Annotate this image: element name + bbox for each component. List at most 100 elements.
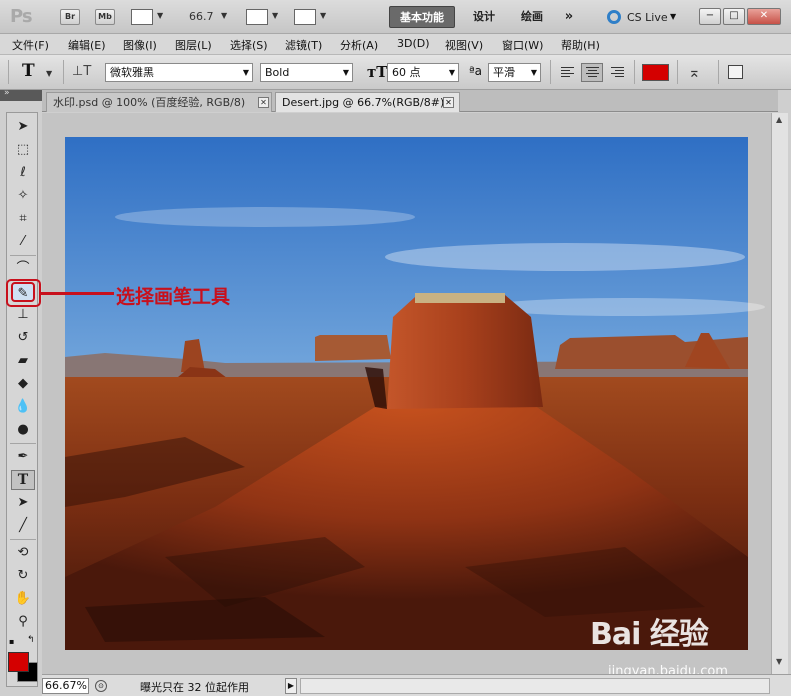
eyedropper-tool[interactable]: ⁄ <box>11 232 35 252</box>
align-right-button[interactable] <box>606 63 628 82</box>
clone-stamp-tool[interactable]: ⊥ <box>11 305 35 325</box>
font-family-select[interactable]: 微软雅黑 ▼ <box>105 63 253 82</box>
move-tool[interactable]: ➤ <box>11 117 35 137</box>
foreground-color-swatch[interactable] <box>8 652 29 672</box>
vertical-scrollbar[interactable]: ▲ ▼ <box>771 113 788 674</box>
minimize-button[interactable]: − <box>699 8 721 25</box>
hand-icon: ✋ <box>14 591 32 606</box>
character-panel-icon[interactable] <box>728 65 743 79</box>
paint-bucket-icon: ◆ <box>18 376 28 391</box>
align-left-button[interactable] <box>556 63 578 82</box>
close-icon[interactable]: ✕ <box>258 97 269 108</box>
workspace-design-button[interactable]: 设计 <box>464 6 504 28</box>
anti-alias-select[interactable]: 平滑 ▼ <box>488 63 541 82</box>
chevron-down-icon[interactable]: ▼ <box>320 11 326 20</box>
close-button[interactable]: ✕ <box>747 8 781 25</box>
bridge-button[interactable]: Br <box>60 9 80 25</box>
view-extras-icon[interactable] <box>131 9 153 25</box>
font-size-select[interactable]: 60 点 ▼ <box>387 63 459 82</box>
menu-edit[interactable]: 编辑(E) <box>68 37 106 53</box>
zoom-level-field[interactable]: 66.67% <box>42 678 89 694</box>
text-orientation-icon[interactable]: ⊥T <box>72 64 91 79</box>
divider <box>677 60 678 84</box>
chevron-down-icon[interactable]: ▼ <box>670 12 676 21</box>
mini-bridge-button[interactable]: Mb <box>95 9 115 25</box>
menu-select[interactable]: 选择(S) <box>230 37 268 53</box>
default-colors-icon[interactable]: ▪ <box>9 637 14 646</box>
tab-desert-jpg[interactable]: Desert.jpg @ 66.7%(RGB/8#) ✕ <box>275 92 460 112</box>
path-selection-tool[interactable]: ➤ <box>11 493 35 513</box>
type-tool-preset-icon[interactable]: T <box>22 61 35 81</box>
pen-tool[interactable]: ✒ <box>11 447 35 467</box>
zoom-level-dropdown[interactable]: 66.7 <box>189 10 214 23</box>
chevron-down-icon[interactable]: ▼ <box>157 11 163 20</box>
pen-icon: ✒ <box>17 449 29 464</box>
healing-brush-tool[interactable]: ⌒ <box>11 259 35 279</box>
divider <box>8 60 9 84</box>
warp-text-icon[interactable]: ⌅ <box>688 63 701 81</box>
crop-icon: ⌗ <box>19 211 27 226</box>
status-menu-arrow-icon[interactable]: ▶ <box>285 678 297 694</box>
arrange-documents-icon[interactable] <box>246 9 268 25</box>
marquee-icon: ⬚ <box>16 142 30 157</box>
screen-mode-icon[interactable] <box>294 9 316 25</box>
menu-window[interactable]: 窗口(W) <box>502 37 543 53</box>
maximize-button[interactable]: □ <box>723 8 745 25</box>
history-brush-tool[interactable]: ↺ <box>11 328 35 348</box>
menu-help[interactable]: 帮助(H) <box>561 37 600 53</box>
hand-tool[interactable]: ✋ <box>11 589 35 609</box>
anti-alias-icon: ªa <box>469 64 483 78</box>
type-tool[interactable]: T <box>11 470 35 490</box>
align-center-button[interactable] <box>581 63 603 82</box>
workspace-more-button[interactable]: » <box>556 6 582 28</box>
line-tool[interactable]: ╱ <box>11 516 35 536</box>
menu-view[interactable]: 视图(V) <box>445 37 483 53</box>
font-style-select[interactable]: Bold ▼ <box>260 63 353 82</box>
menu-image[interactable]: 图像(I) <box>123 37 157 53</box>
cs-live-icon[interactable] <box>607 10 621 24</box>
menu-analysis[interactable]: 分析(A) <box>340 37 378 53</box>
zoom-tool[interactable]: ⚲ <box>11 612 35 632</box>
menu-layer[interactable]: 图层(L) <box>175 37 212 53</box>
toolbox-header[interactable]: » <box>0 88 42 101</box>
menu-file[interactable]: 文件(F) <box>12 37 49 53</box>
baidu-watermark-logo: Bai 经验 <box>590 617 709 652</box>
lasso-tool[interactable]: ℓ <box>11 163 35 183</box>
canvas-area[interactable] <box>42 113 771 674</box>
3d-rotate-tool[interactable]: ⟲ <box>11 543 35 563</box>
close-icon[interactable]: ✕ <box>443 97 454 108</box>
menu-filter[interactable]: 滤镜(T) <box>285 37 322 53</box>
eraser-tool[interactable]: ▰ <box>11 351 35 371</box>
crop-tool[interactable]: ⌗ <box>11 209 35 229</box>
dodge-tool[interactable]: ● <box>11 420 35 440</box>
scroll-up-icon[interactable]: ▲ <box>776 115 782 124</box>
paint-bucket-tool[interactable]: ◆ <box>11 374 35 394</box>
stamp-icon: ⊥ <box>17 307 29 322</box>
menu-3d[interactable]: 3D(D) <box>397 37 430 50</box>
cs-live-button[interactable]: CS Live <box>627 11 668 24</box>
chevron-down-icon[interactable]: ▼ <box>272 11 278 20</box>
horizontal-scrollbar[interactable] <box>300 678 770 694</box>
text-color-swatch[interactable] <box>642 64 669 81</box>
marquee-tool[interactable]: ⬚ <box>11 140 35 160</box>
3d-orbit-tool[interactable]: ↻ <box>11 566 35 586</box>
chevron-down-icon: ▼ <box>530 68 537 77</box>
tab-watermark-psd[interactable]: 水印.psd @ 100% (百度经验, RGB/8) ✕ <box>46 92 272 112</box>
chevron-down-icon[interactable]: ▼ <box>46 69 52 78</box>
align-right-icon <box>611 67 624 78</box>
align-left-icon <box>561 67 574 78</box>
info-icon[interactable]: ⊙ <box>95 680 107 692</box>
swap-colors-icon[interactable]: ↰ <box>27 635 35 645</box>
divider <box>550 60 551 84</box>
chevron-down-icon[interactable]: ▼ <box>221 11 227 20</box>
desert-photo-canvas[interactable] <box>42 113 771 674</box>
3d-rotate-icon: ⟲ <box>17 545 29 560</box>
workspace-painting-button[interactable]: 绘画 <box>512 6 552 28</box>
quick-selection-tool[interactable]: ✧ <box>11 186 35 206</box>
workspace-essentials-button[interactable]: 基本功能 <box>389 6 455 28</box>
scroll-down-icon[interactable]: ▼ <box>776 657 782 666</box>
dodge-icon: ● <box>17 422 29 437</box>
document-tab-bar: 水印.psd @ 100% (百度经验, RGB/8) ✕ Desert.jpg… <box>42 90 778 112</box>
magnifier-icon: ⚲ <box>18 614 28 629</box>
blur-tool[interactable]: 💧 <box>11 397 35 417</box>
